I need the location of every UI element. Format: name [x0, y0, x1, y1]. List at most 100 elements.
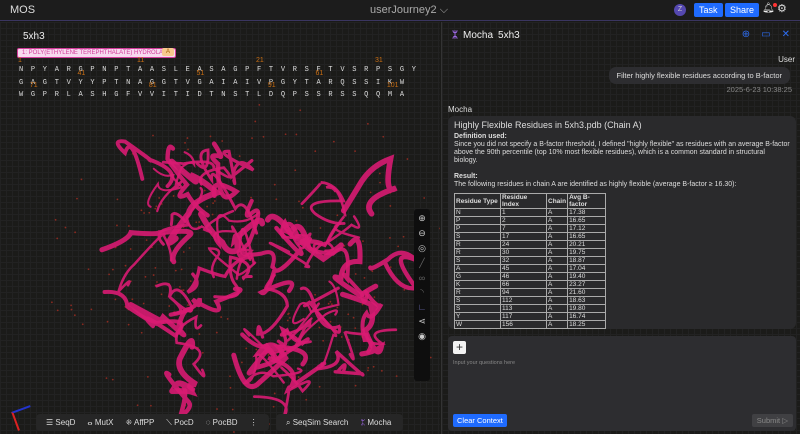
axis-icon[interactable]: ∟ [418, 302, 427, 312]
mocha-button[interactable]: ᛯ Mocha [360, 418, 391, 427]
focus-icon[interactable]: ◎ [418, 243, 426, 254]
table-cell: 113 [500, 304, 547, 313]
submit-label: Submit [756, 416, 781, 425]
project-selector[interactable]: userJourney2 ⌵ [370, 4, 448, 17]
table-cell: 157 [500, 328, 547, 329]
protein-structure[interactable] [0, 22, 440, 434]
water-molecule [154, 207, 157, 210]
water-molecule [152, 274, 155, 276]
table-cell: A [545, 280, 569, 289]
water-molecule [187, 148, 189, 151]
add-attachment-button[interactable]: + [453, 341, 466, 354]
water-molecule [105, 377, 108, 380]
link-icon[interactable]: ∞ [419, 273, 425, 283]
history-icon[interactable]: ▭ [761, 29, 770, 40]
table-row: Y 117 A 16.74 [454, 312, 607, 321]
wifi-icon[interactable]: ◝ [420, 287, 424, 298]
water-molecule [262, 135, 265, 138]
chevron-down-icon: ⌵ [439, 4, 449, 16]
column-header: Residue Type [454, 193, 501, 209]
water-molecule [369, 191, 372, 194]
seqsim-search-button[interactable]: ⌕ SeqSim Search [286, 418, 348, 428]
table-cell: 24 [500, 240, 547, 249]
water-molecule [240, 361, 243, 364]
water-molecule [182, 289, 185, 292]
question-input[interactable]: + Input your questions here Clear Contex… [448, 336, 796, 431]
table-cell: S [454, 304, 501, 313]
water-molecule [145, 239, 148, 242]
table-cell: A [545, 288, 569, 297]
water-molecule [211, 213, 214, 216]
share-icon[interactable]: ⋖ [418, 316, 426, 327]
water-molecule [131, 298, 134, 301]
table-cell: 21.60 [567, 288, 607, 297]
water-molecule [54, 218, 57, 221]
water-molecule [174, 269, 177, 272]
water-molecule [124, 264, 127, 267]
mocha-logo-icon: ᛯ [452, 30, 458, 41]
table-cell: 45 [500, 264, 547, 273]
water-molecule [143, 212, 145, 214]
project-name: userJourney2 [370, 4, 437, 16]
table-cell: 156 [500, 320, 547, 329]
table-cell: R [454, 288, 501, 297]
brush-icon[interactable]: ╱ [419, 258, 424, 269]
table-cell: 18.63 [567, 296, 607, 305]
water-molecule [188, 247, 191, 249]
new-chat-icon[interactable]: ⊕ [742, 29, 750, 40]
more-icon[interactable]: ⋮ [250, 418, 258, 427]
close-icon[interactable]: ✕ [782, 29, 790, 40]
water-molecule [389, 266, 392, 268]
clear-context-button[interactable]: Clear Context [453, 414, 507, 427]
tool-seqd[interactable]: ☰ SeqD [46, 418, 75, 427]
table-cell: S [454, 256, 501, 265]
tool-mutx[interactable]: ⴰ MutX [87, 418, 113, 427]
water-molecule [160, 293, 163, 296]
ribbon-segment [300, 180, 346, 225]
water-molecule [329, 320, 332, 323]
water-molecule [295, 219, 298, 222]
water-molecule [287, 313, 289, 316]
avatar[interactable]: Z [674, 4, 686, 16]
definition-heading: Definition used: [454, 133, 507, 140]
water-molecule [140, 331, 143, 334]
chat-title: Mocha [463, 30, 494, 41]
zoom-in-icon[interactable]: ⊕ [418, 213, 426, 224]
share-button[interactable]: Share [725, 3, 760, 17]
bell-icon[interactable]: 🔔︎ [762, 3, 777, 14]
result-text: The following residues in chain A are id… [454, 181, 737, 188]
water-molecule [362, 240, 364, 243]
water-molecule [354, 384, 357, 387]
tool-pocd[interactable]: ⟍ PocD [166, 418, 193, 428]
water-molecule [187, 304, 189, 307]
table-cell: 19.75 [567, 248, 607, 257]
tool-pocbd[interactable]: ◌ PocBD [206, 418, 238, 427]
table-cell: S [454, 232, 501, 241]
water-molecule [195, 221, 198, 224]
table-row: P 2 A 16.65 [454, 216, 607, 225]
water-molecule [203, 189, 206, 192]
table-cell: A [545, 296, 569, 305]
table-cell: A [454, 264, 501, 273]
chat-pdb: 5xh3 [498, 30, 520, 41]
gear-icon[interactable]: ⚙ [777, 2, 787, 15]
structure-viewer[interactable]: 5xh3 1: POLY(ETHYLENE TEREPHTHALATE) HYD… [0, 22, 440, 434]
water-molecule [267, 354, 270, 356]
tool-affpp[interactable]: ⁜ AffPP [126, 418, 155, 427]
table-row: N 1 A 17.38 [454, 208, 607, 217]
send-icon: ▷ [782, 416, 788, 425]
table-cell: A [545, 264, 569, 273]
water-molecule [255, 348, 258, 351]
water-molecule [295, 133, 298, 136]
water-molecule [140, 209, 143, 212]
task-button[interactable]: Task [694, 3, 723, 17]
answer-title: Highly Flexible Residues in 5xh3.pdb (Ch… [454, 120, 642, 130]
water-molecule [209, 135, 212, 138]
water-molecule [56, 309, 59, 312]
table-cell: 17.04 [567, 264, 607, 273]
table-cell: 20.21 [567, 240, 607, 249]
eye-icon[interactable]: ◉ [418, 331, 426, 342]
table-cell: N [454, 208, 501, 217]
submit-button[interactable]: Submit ▷ [751, 414, 793, 427]
zoom-out-icon[interactable]: ⊖ [418, 228, 426, 239]
